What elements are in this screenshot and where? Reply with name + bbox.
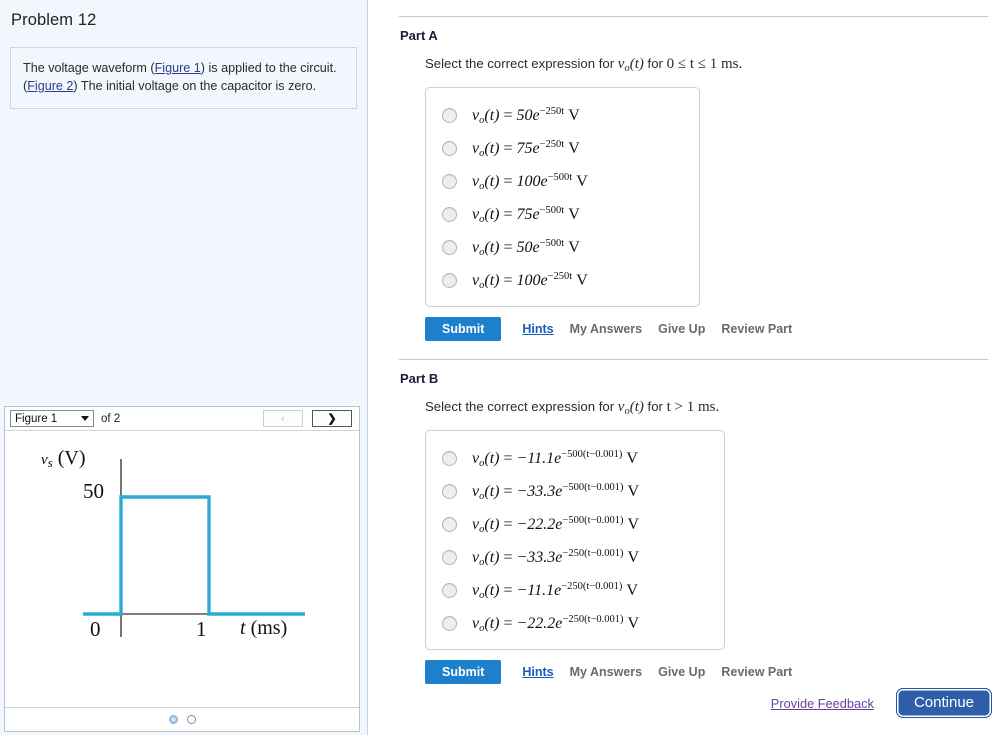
problem-statement: The voltage waveform (Figure 1) is appli… (10, 47, 357, 109)
part-b-prompt: Select the correct expression for vo(t) … (425, 399, 1008, 417)
figure-pager (5, 707, 359, 730)
answer-option-text: vo(t) = 75e−250t V (472, 138, 580, 159)
chevron-down-icon (81, 416, 89, 421)
x-axis-label: t (ms) (240, 617, 288, 639)
answer-radio-a-6[interactable] (442, 273, 457, 288)
answer-option-row[interactable]: vo(t) = −11.1e−500(t−0.001) V (426, 442, 724, 475)
part-a-prompt: Select the correct expression for vo(t) … (425, 56, 1008, 74)
part-b-give-up-link[interactable]: Give Up (658, 665, 705, 679)
y-tick-50: 50 (83, 479, 104, 503)
part-b-answer-box: vo(t) = −11.1e−500(t−0.001) V vo(t) = −33… (425, 430, 725, 650)
prev-figure-button[interactable]: ‹ (263, 410, 303, 427)
answer-option-row[interactable]: vo(t) = −22.2e−500(t−0.001) V (426, 508, 724, 541)
figure-select-value: Figure 1 (15, 413, 58, 425)
x-tick-0: 0 (90, 617, 101, 641)
answer-option-text: vo(t) = −22.2e−500(t−0.001) V (472, 514, 640, 535)
part-b-submit-button[interactable]: Submit (425, 660, 502, 684)
figure-count-label: of 2 (101, 412, 121, 425)
part-b-prompt-mid: for (643, 399, 667, 414)
answer-option-text: vo(t) = 75e−500t V (472, 204, 580, 225)
answer-option-row[interactable]: vo(t) = −33.3e−250(t−0.001) V (426, 541, 724, 574)
answer-option-row[interactable]: vo(t) = −11.1e−250(t−0.001) V (426, 574, 724, 607)
answer-radio-a-1[interactable] (442, 108, 457, 123)
part-a-hints-link[interactable]: Hints (522, 322, 553, 336)
answer-option-text: vo(t) = 100e−500t V (472, 171, 588, 192)
answer-radio-a-2[interactable] (442, 141, 457, 156)
part-a-prompt-mid: for (643, 56, 667, 71)
part-b-heading: Part B (400, 371, 439, 386)
part-b-actions: Submit Hints My Answers Give Up Review P… (425, 660, 1008, 684)
divider-top (399, 16, 988, 17)
answer-option-row[interactable]: vo(t) = 100e−500t V (426, 165, 699, 198)
pager-dot-1[interactable] (168, 714, 178, 724)
answer-option-text: vo(t) = −22.2e−250(t−0.001) V (472, 613, 640, 634)
answer-option-text: vo(t) = 50e−500t V (472, 237, 580, 258)
pager-dot-2[interactable] (186, 714, 196, 724)
part-b-review-part-link[interactable]: Review Part (721, 665, 792, 679)
part-b-prompt-arg: (t) (629, 399, 644, 415)
divider-middle (399, 359, 988, 360)
answer-option-text: vo(t) = −11.1e−500(t−0.001) V (472, 448, 638, 469)
answer-option-row[interactable]: vo(t) = 75e−500t V (426, 198, 699, 231)
problem-panel: Problem 12 The voltage waveform (Figure … (0, 0, 368, 735)
part-a-prompt-arg: (t) (629, 56, 644, 72)
waveform-trace (83, 495, 305, 616)
statement-text-1: The voltage waveform ( (23, 61, 155, 75)
chevron-left-icon: ‹ (281, 412, 285, 425)
part-a-answer-box: vo(t) = 50e−250t V vo(t) = 75e−250t V vo(t… (425, 87, 700, 307)
figure-viewer: Figure 1 of 2 ‹ ❯ vs (V) 50 0 1 t (ms) (4, 406, 360, 732)
part-a-my-answers-link[interactable]: My Answers (570, 322, 642, 336)
part-a-give-up-link[interactable]: Give Up (658, 322, 705, 336)
answer-option-row[interactable]: vo(t) = 50e−500t V (426, 231, 699, 264)
answer-option-text: vo(t) = −11.1e−250(t−0.001) V (472, 580, 638, 601)
answer-radio-b-4[interactable] (442, 550, 457, 565)
provide-feedback-link[interactable]: Provide Feedback (771, 696, 874, 711)
answer-radio-a-4[interactable] (442, 207, 457, 222)
part-b-prompt-unit: ms. (694, 399, 720, 415)
statement-text-2: ) is applied to the circuit. (200, 61, 337, 75)
chevron-right-icon: ❯ (327, 413, 337, 425)
answer-option-text: vo(t) = 50e−250t V (472, 105, 580, 126)
figure-1-link[interactable]: Figure 1 (155, 61, 201, 75)
answer-radio-a-5[interactable] (442, 240, 457, 255)
x-tick-1: 1 (196, 617, 207, 641)
part-b-prompt-range: t > 1 (666, 399, 695, 415)
statement-text-3: ) The initial voltage on the capacitor i… (73, 79, 317, 94)
part-a-actions: Submit Hints My Answers Give Up Review P… (425, 317, 1008, 341)
answer-option-text: vo(t) = −33.3e−250(t−0.001) V (472, 547, 640, 568)
part-a-heading: Part A (400, 28, 438, 43)
answer-radio-b-6[interactable] (442, 616, 457, 631)
part-a-prompt-unit: ms. (717, 56, 743, 72)
answer-option-row[interactable]: vo(t) = 50e−250t V (426, 99, 699, 132)
part-b-hints-link[interactable]: Hints (522, 665, 553, 679)
part-a-review-part-link[interactable]: Review Part (721, 322, 792, 336)
answer-radio-b-2[interactable] (442, 484, 457, 499)
figure-2-link[interactable]: Figure 2 (27, 79, 73, 93)
next-figure-button[interactable]: ❯ (312, 410, 352, 427)
waveform-chart (83, 459, 305, 637)
answer-radio-b-1[interactable] (442, 451, 457, 466)
part-b-my-answers-link[interactable]: My Answers (570, 665, 642, 679)
y-axis-label: vs (V) (41, 447, 86, 470)
part-a-prompt-pre: Select the correct expression for (425, 56, 618, 71)
figure-toolbar: Figure 1 of 2 ‹ ❯ (5, 407, 359, 431)
answer-option-row[interactable]: vo(t) = −33.3e−500(t−0.001) V (426, 475, 724, 508)
parts-panel: Part A Select the correct expression for… (369, 0, 1008, 735)
continue-button[interactable]: Continue (895, 688, 992, 718)
answer-option-row[interactable]: vo(t) = 100e−250t V (426, 264, 699, 297)
figure-select[interactable]: Figure 1 (10, 410, 94, 427)
answer-radio-b-5[interactable] (442, 583, 457, 598)
answer-option-row[interactable]: vo(t) = −22.2e−250(t−0.001) V (426, 607, 724, 640)
answer-option-row[interactable]: vo(t) = 75e−250t V (426, 132, 699, 165)
answer-radio-a-3[interactable] (442, 174, 457, 189)
page-title: Problem 12 (11, 11, 97, 29)
part-b-prompt-pre: Select the correct expression for (425, 399, 618, 414)
answer-option-text: vo(t) = 100e−250t V (472, 270, 588, 291)
footer-actions: Provide Feedback Continue (771, 688, 992, 718)
part-a-prompt-range: 0 ≤ t ≤ 1 (666, 56, 718, 72)
figure-image[interactable]: vs (V) 50 0 1 t (ms) (5, 431, 359, 707)
answer-radio-b-3[interactable] (442, 517, 457, 532)
answer-option-text: vo(t) = −33.3e−500(t−0.001) V (472, 481, 640, 502)
part-a-submit-button[interactable]: Submit (425, 317, 502, 341)
